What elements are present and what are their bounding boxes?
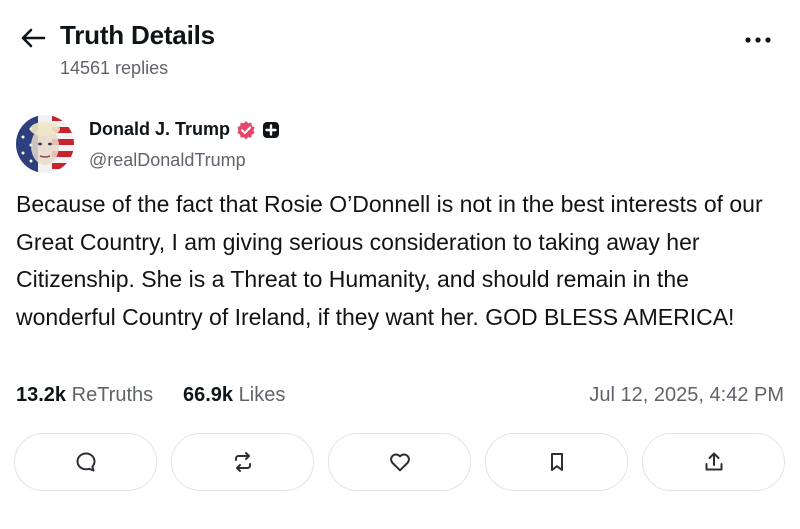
retruths-stat[interactable]: 13.2k ReTruths bbox=[16, 384, 153, 407]
avatar[interactable] bbox=[16, 115, 74, 173]
more-icon bbox=[745, 37, 771, 43]
author-name[interactable]: Donald J. Trump bbox=[89, 119, 230, 140]
bookmark-icon bbox=[550, 453, 563, 471]
platform-badge-icon bbox=[263, 121, 280, 138]
likes-stat[interactable]: 66.9k Likes bbox=[183, 384, 285, 407]
page-title: Truth Details bbox=[60, 20, 215, 50]
retruth-button[interactable] bbox=[171, 433, 314, 491]
likes-label: Likes bbox=[238, 384, 286, 406]
page-header: Truth Details 14561 replies bbox=[18, 18, 788, 86]
like-icon bbox=[389, 453, 410, 472]
back-arrow-icon bbox=[21, 28, 46, 48]
retruth-icon bbox=[234, 452, 251, 472]
post-timestamp: Jul 12, 2025, 4:42 PM bbox=[589, 384, 784, 406]
retruths-label: ReTruths bbox=[71, 384, 154, 406]
more-options-button[interactable] bbox=[740, 22, 776, 58]
author-handle[interactable]: @realDonaldTrump bbox=[89, 150, 246, 171]
replies-count: 14561 replies bbox=[60, 58, 169, 78]
author-name-row: Donald J. Trump bbox=[89, 119, 280, 140]
likes-count: 66.9k bbox=[183, 384, 234, 406]
retruths-count: 13.2k bbox=[16, 384, 67, 406]
post-actions bbox=[14, 433, 786, 493]
post-stats: 13.2k ReTruths 66.9k Likes Jul 12, 2025,… bbox=[16, 384, 784, 412]
bookmark-button[interactable] bbox=[485, 433, 628, 491]
share-button[interactable] bbox=[642, 433, 785, 491]
verified-badge-icon bbox=[237, 120, 255, 139]
reply-icon bbox=[76, 452, 95, 472]
avatar-image bbox=[16, 115, 74, 173]
post-author: Donald J. Trump @realDonaldTrump bbox=[16, 115, 776, 175]
like-button[interactable] bbox=[328, 433, 471, 491]
post-text: Because of the fact that Rosie O’Donnell… bbox=[16, 191, 763, 330]
share-icon bbox=[705, 452, 722, 471]
back-button[interactable] bbox=[18, 23, 48, 53]
reply-button[interactable] bbox=[14, 433, 157, 491]
